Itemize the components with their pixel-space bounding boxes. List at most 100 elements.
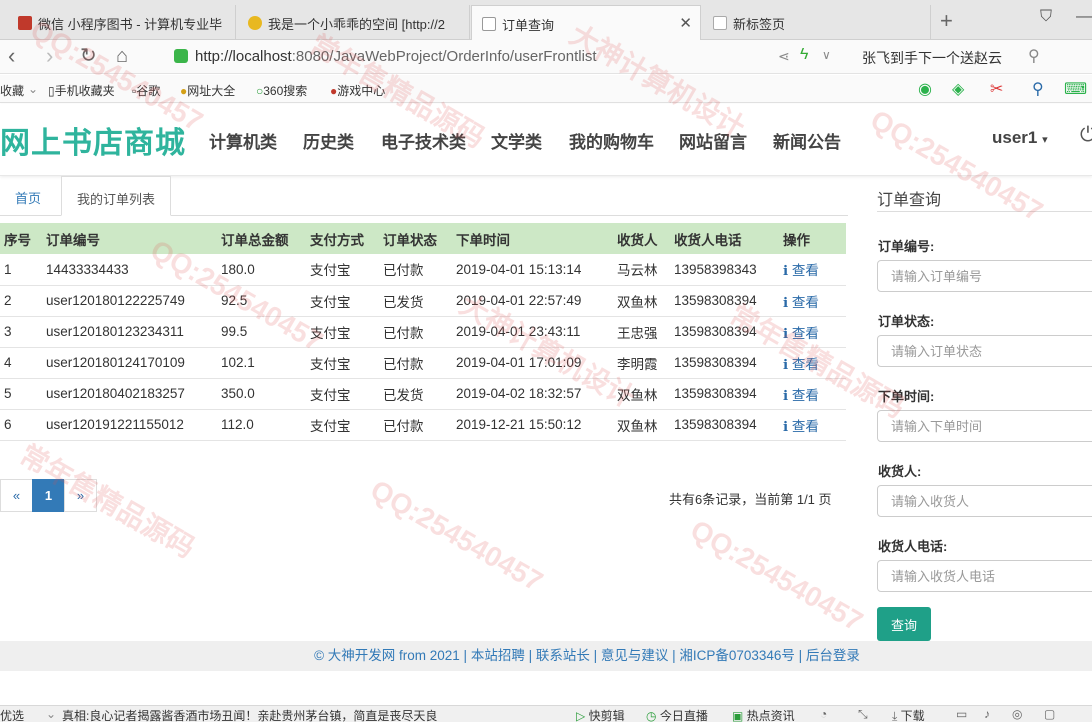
receiver-phone-input[interactable] [877,560,1092,592]
bookmark-mobile[interactable]: ▯手机收藏夹 [48,82,115,99]
secure-shield-icon [174,49,188,63]
bookmark-games[interactable]: ●游戏中心 [330,82,385,99]
nav-literature[interactable]: 文学类 [491,128,542,153]
receiver-input[interactable] [877,485,1092,517]
view-link[interactable]: ℹ 查看 [779,316,846,348]
next-page-button[interactable]: » [64,479,97,512]
bookmark-favorites[interactable]: 收藏 [0,82,24,99]
nav-computer[interactable]: 计算机类 [209,128,277,153]
cell-phone: 13598308394 [670,378,779,410]
cell-payment: 支付宝 [306,409,379,441]
caret-down-icon: ▾ [1042,134,1048,146]
cell-time: 2019-12-21 15:50:12 [452,409,613,441]
live-stream[interactable]: ◷ 今日直播 [646,707,708,722]
table-row: 2 user120180122225749 92.5 支付宝 已发货 2019-… [0,285,846,317]
search-suggestion[interactable]: 张飞到手下一个送赵云 [862,48,1002,68]
screen-icon[interactable]: ▢ [1044,707,1055,721]
close-tab-icon[interactable]: ✕ [679,14,692,32]
bookmarks-bar: 收藏 ⌄ ▯手机收藏夹 ▫谷歌 ●网址大全 ○360搜索 ●游戏中心 ◉ ◈ ✂… [0,75,1092,103]
col-time: 下单时间 [452,223,613,254]
cell-phone: 13598308394 [670,409,779,441]
scissors-icon[interactable]: ✂ [990,79,1003,99]
view-link[interactable]: ℹ 查看 [779,347,846,379]
sound-icon[interactable]: ♪ [984,707,990,721]
cell-total: 112.0 [217,409,306,441]
url-field[interactable]: http://localhost:8080/JavaWebProject/Ord… [195,48,597,65]
search-button[interactable]: 查询 [877,607,931,641]
order-time-input[interactable] [877,410,1092,442]
lightning-icon[interactable]: ϟ [800,46,808,64]
accelerate-icon[interactable]: ◔ [820,707,827,721]
share-icon[interactable]: ⋖ [778,48,790,65]
nav-message[interactable]: 网站留言 [679,128,747,153]
power-icon[interactable]: ⏻ [1080,124,1092,147]
col-total: 订单总金额 [217,223,306,254]
panel-icon[interactable]: ▭ [956,707,967,721]
nav-electronics[interactable]: 电子技术类 [381,128,466,153]
site-footer[interactable]: © 大神开发网 from 2021 | 本站招聘 | 联系站长 | 意见与建议 … [0,641,1092,671]
tab-home[interactable]: 首页 [0,176,56,216]
view-link[interactable]: ℹ 查看 [779,378,846,410]
phone-icon: ▯ [48,84,55,98]
view-link[interactable]: ℹ 查看 [779,285,846,317]
reload-icon[interactable]: ↻ [80,44,97,68]
search-icon[interactable]: ⚲ [1028,46,1040,66]
cell-time: 2019-04-01 22:57:49 [452,285,613,317]
chevron-down-icon[interactable]: ∨ [822,48,831,62]
browser-tab-2[interactable]: 我是一个小乖乖的空间 [http://2 [238,5,470,40]
page-1-button[interactable]: 1 [32,479,65,512]
nav-news[interactable]: 新闻公告 [773,128,841,153]
browser-tab-new[interactable]: 新标签页 [703,5,931,40]
magnifier-icon[interactable]: ⚲ [1032,79,1044,99]
chevron-down-icon[interactable]: ⌄ [28,82,38,96]
back-icon[interactable]: ‹ [8,44,15,68]
prev-page-button[interactable]: « [0,479,33,512]
order-no-input[interactable] [877,260,1092,292]
translate-icon[interactable]: ◈ [952,79,964,99]
wechat-icon[interactable]: ◉ [918,79,932,99]
gamepad-icon[interactable]: ⌨ [1064,79,1087,99]
nav-cart[interactable]: 我的购物车 [569,128,654,153]
download[interactable]: ⤓ 下载 [892,707,925,722]
pin-icon[interactable]: ⤡ [858,707,868,722]
news-ticker[interactable]: 真相:良心记者揭露酱香酒市场丑闻！亲赴贵州茅台镇，简直是丧尽天良 [62,707,437,722]
orders-table: 序号 订单编号 订单总金额 支付方式 订单状态 下单时间 收货人 收货人电话 操… [0,223,846,441]
minimize-icon[interactable]: — [1076,8,1092,26]
bookmark-360[interactable]: ○360搜索 [256,82,307,99]
cell-order-no: user120180122225749 [42,285,217,317]
bookmark-hao123[interactable]: ●网址大全 [180,82,235,99]
order-status-input[interactable] [877,335,1092,367]
table-row: 5 user120180402183257 350.0 支付宝 已发货 2019… [0,378,846,410]
home-icon[interactable]: ⌂ [116,44,128,68]
cell-receiver: 双鱼林 [613,378,670,410]
site-brand[interactable]: 网上书店商城 [0,118,186,162]
cell-total: 92.5 [217,285,306,317]
user-menu[interactable]: user1 ▾ [992,128,1048,148]
order-search-panel: 订单查询 订单编号: 订单状态: 下单时间: 收货人: 收货人电话: 查询 [871,176,1092,646]
chevron-down-icon[interactable]: ⌄ [46,707,56,721]
new-tab-icon[interactable]: + [940,8,953,34]
browser-tab-active[interactable]: 订单查询 ✕ [471,5,701,40]
nav-history[interactable]: 历史类 [303,128,354,153]
quick-clip[interactable]: ▷ 快剪辑 [576,707,625,722]
cell-status: 已发货 [379,378,452,410]
shirt-icon[interactable]: ⛉ [1040,8,1052,26]
zoom-icon[interactable]: ◎ [1012,707,1022,721]
hot-news[interactable]: ▣ 热点资讯 [732,707,795,722]
browser-tab-1[interactable]: 微信 小程序图书 - 计算机专业毕 [8,5,236,40]
watermark-text: QQ:254540457 [685,513,869,638]
info-icon: ℹ [783,294,792,310]
site-header: 网上书店商城 计算机类 历史类 电子技术类 文学类 我的购物车 网站留言 新闻公… [0,104,1092,176]
bookmark-google[interactable]: ▫谷歌 [132,82,160,99]
col-index: 序号 [0,223,42,254]
cell-order-no: user120191221155012 [42,409,217,441]
tab-my-orders[interactable]: 我的订单列表 [61,176,172,216]
tab-label: 我是一个小乖乖的空间 [http://2 [268,17,445,32]
cell-time: 2019-04-01 15:13:14 [452,254,613,286]
forward-icon[interactable]: › [46,44,53,68]
receiver-label: 收货人: [878,464,922,479]
news-icon: ▣ [732,709,747,722]
view-link[interactable]: ℹ 查看 [779,409,846,441]
browser-status-bar: 优选 ⌄ 真相:良心记者揭露酱香酒市场丑闻！亲赴贵州茅台镇，简直是丧尽天良 ▷ … [0,705,1092,722]
view-link[interactable]: ℹ 查看 [779,254,846,286]
